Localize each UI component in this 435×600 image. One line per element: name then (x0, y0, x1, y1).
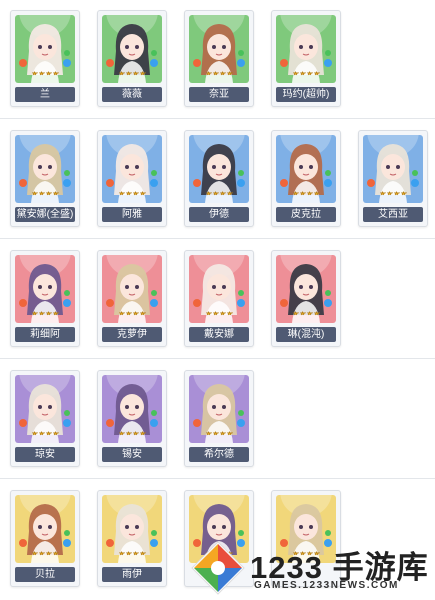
site-logo-icon (191, 541, 245, 595)
character-portrait (102, 255, 162, 323)
character-name-label: 莉细阿 (15, 327, 75, 342)
character-card[interactable]: 阿雅 (97, 130, 167, 227)
character-name-label: 皮克拉 (276, 207, 336, 222)
character-portrait (15, 375, 75, 443)
character-card[interactable]: 兰 (10, 10, 80, 107)
character-card[interactable]: 雨伊 (97, 490, 167, 587)
character-portrait (102, 495, 162, 563)
character-name-label: 希尔德 (189, 447, 249, 462)
character-name-label: 锡安 (102, 447, 162, 462)
character-card[interactable]: 黛安娜(全盛) (10, 130, 80, 227)
character-row: 黛安娜(全盛) 阿雅 伊德 皮克拉 艾西亚 (0, 130, 435, 230)
character-card[interactable]: 戴安娜 (184, 250, 254, 347)
character-card[interactable]: 薇薇 (97, 10, 167, 107)
character-name-label: 雨伊 (102, 567, 162, 582)
character-card[interactable]: 希尔德 (184, 370, 254, 467)
character-portrait (189, 255, 249, 323)
character-name-label: 阿雅 (102, 207, 162, 222)
character-name-label: 黛安娜(全盛) (15, 207, 75, 222)
character-row: 莉细阿 克萝伊 戴安娜 琳(混沌) (0, 250, 435, 350)
character-portrait (102, 15, 162, 83)
character-portrait (189, 375, 249, 443)
row-divider (0, 358, 435, 359)
character-name-label: 贝拉 (15, 567, 75, 582)
character-portrait (15, 495, 75, 563)
character-card[interactable]: 莉细阿 (10, 250, 80, 347)
character-card[interactable]: 伊德 (184, 130, 254, 227)
character-portrait (15, 15, 75, 83)
character-portrait (102, 135, 162, 203)
character-portrait (189, 15, 249, 83)
character-portrait (276, 135, 336, 203)
character-name-label: 玛约(超帅) (276, 87, 336, 102)
character-card[interactable]: 琼安 (10, 370, 80, 467)
character-card[interactable]: 克萝伊 (97, 250, 167, 347)
character-card[interactable]: 锡安 (97, 370, 167, 467)
character-portrait (276, 255, 336, 323)
character-portrait (276, 15, 336, 83)
character-card[interactable]: 玛约(超帅) (271, 10, 341, 107)
character-portrait (189, 135, 249, 203)
character-card[interactable]: 奈亚 (184, 10, 254, 107)
site-watermark: 1233 手游库 GAMES.1233NEWS.COM (188, 538, 433, 598)
character-card[interactable]: 琳(混沌) (271, 250, 341, 347)
character-portrait (363, 135, 423, 203)
character-card[interactable]: 艾西亚 (358, 130, 428, 227)
character-row: 琼安 锡安 希尔德 (0, 370, 435, 470)
watermark-url: GAMES.1233NEWS.COM (254, 580, 399, 591)
character-name-label: 奈亚 (189, 87, 249, 102)
character-card[interactable]: 贝拉 (10, 490, 80, 587)
character-portrait (15, 135, 75, 203)
row-divider (0, 118, 435, 119)
character-portrait (102, 375, 162, 443)
character-name-label: 兰 (15, 87, 75, 102)
row-divider (0, 238, 435, 239)
character-portrait (15, 255, 75, 323)
character-name-label: 薇薇 (102, 87, 162, 102)
row-divider (0, 478, 435, 479)
character-row: 兰 薇薇 奈亚 玛约(超帅) (0, 10, 435, 110)
character-name-label: 艾西亚 (363, 207, 423, 222)
character-name-label: 琳(混沌) (276, 327, 336, 342)
character-name-label: 琼安 (15, 447, 75, 462)
character-name-label: 伊德 (189, 207, 249, 222)
character-name-label: 戴安娜 (189, 327, 249, 342)
character-name-label: 克萝伊 (102, 327, 162, 342)
character-card[interactable]: 皮克拉 (271, 130, 341, 227)
